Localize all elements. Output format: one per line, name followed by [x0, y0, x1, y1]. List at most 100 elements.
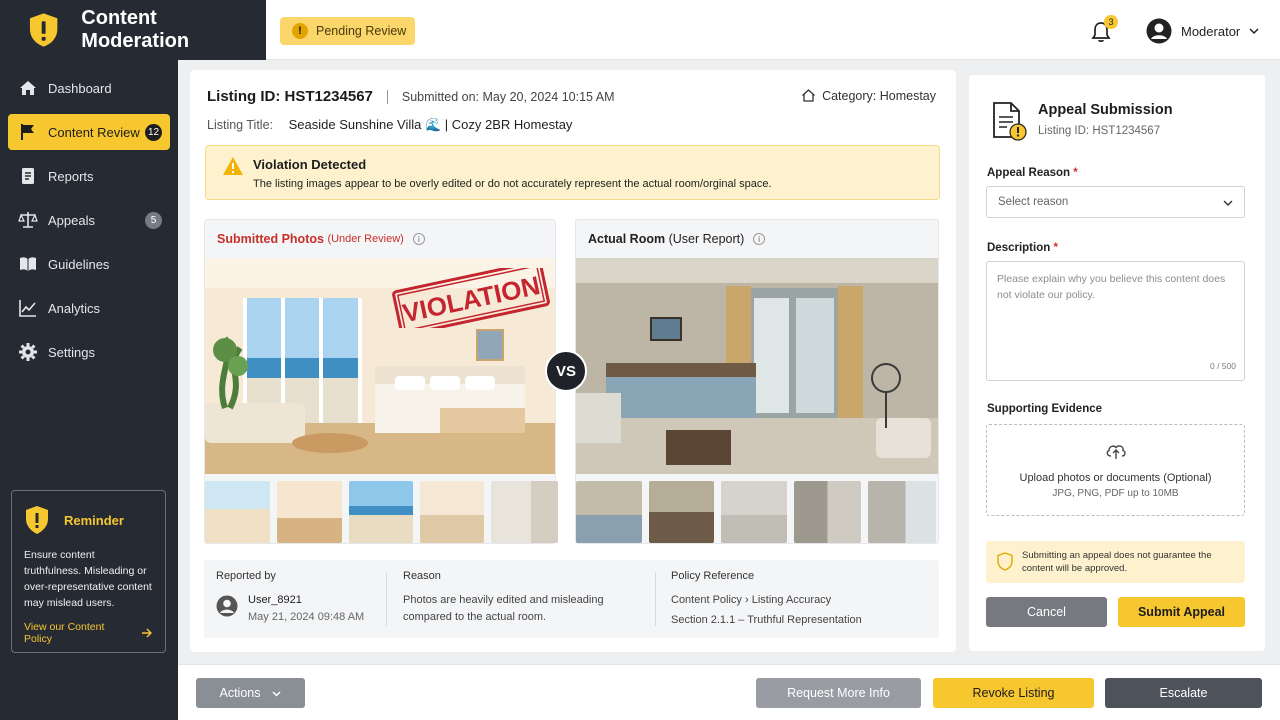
appeal-reason-placeholder: Select reason — [998, 196, 1069, 208]
description-placeholder: Please explain why you believe this cont… — [997, 273, 1226, 301]
divider — [386, 572, 387, 626]
category-label: Category: Homestay — [822, 88, 936, 103]
listing-title: Seaside Sunshine Villa 🌊 | Cozy 2BR Home… — [288, 117, 573, 132]
cloud-upload-icon — [1106, 445, 1126, 459]
supporting-evidence-label: Supporting Evidence — [987, 403, 1103, 415]
flag-icon — [21, 124, 34, 140]
actual-room-photo[interactable] — [576, 258, 938, 474]
description-textarea[interactable]: Please explain why you believe this cont… — [986, 261, 1245, 381]
user-menu[interactable]: Moderator — [1146, 18, 1260, 44]
violation-title: Violation Detected — [253, 157, 367, 172]
user-name: Moderator — [1181, 23, 1241, 39]
shield-logo-icon — [29, 13, 58, 47]
gear-icon — [19, 343, 37, 361]
actual-thumbnails — [576, 481, 936, 543]
submitted-main-photo[interactable]: VIOLATION — [205, 258, 555, 474]
reported-by-label: Reported by — [216, 570, 276, 582]
notification-badge: 3 — [1104, 15, 1118, 29]
arrow-right-icon — [142, 628, 152, 638]
actions-label: Actions — [219, 686, 261, 700]
sidebar-item-label: Content Review — [48, 124, 140, 140]
escalate-button[interactable]: Escalate — [1105, 678, 1262, 708]
submitted-thumbnails — [205, 481, 558, 543]
category: Category: Homestay — [801, 88, 936, 103]
appeal-notice-text: Submitting an appeal does not guarantee … — [1022, 550, 1212, 574]
policy-section: Section 2.1.1 – Truthful Representation — [671, 614, 862, 626]
document-icon — [22, 168, 34, 184]
upload-dropzone[interactable]: Upload photos or documents (Optional) JP… — [986, 424, 1245, 516]
thumbnail[interactable] — [420, 481, 484, 543]
reporter-name: User_8921 — [248, 594, 302, 606]
listing-id: Listing ID: HST1234567 — [207, 88, 373, 105]
user-avatar-icon — [216, 595, 238, 617]
home-outline-icon — [802, 89, 816, 102]
thumbnail[interactable] — [868, 481, 936, 543]
reason-label: Reason — [403, 570, 441, 582]
warning-icon — [223, 157, 243, 175]
reported-time: May 21, 2024 09:48 AM — [248, 611, 365, 623]
sidebar-item-dashboard[interactable]: Dashboard — [8, 70, 170, 106]
appeal-panel: Appeal Submission Listing ID: HST1234567… — [969, 75, 1265, 651]
description-label: Description * — [987, 242, 1058, 254]
sidebar-item-label: Settings — [48, 344, 95, 360]
content-policy-link[interactable]: View our Content Policy — [24, 621, 153, 645]
policy-label: Policy Reference — [671, 570, 755, 582]
request-more-info-button[interactable]: Request More Info — [756, 678, 921, 708]
violation-description: The listing images appear to be overly e… — [253, 178, 772, 190]
reminder-card: Reminder Ensure content truthfulness. Mi… — [11, 490, 166, 653]
sidebar-item-label: Reports — [48, 168, 94, 184]
actions-dropdown-button[interactable]: Actions — [196, 678, 305, 708]
sidebar-item-label: Analytics — [48, 300, 101, 316]
document-warning-icon — [993, 102, 1027, 141]
thumbnail[interactable] — [649, 481, 714, 543]
thumbnail[interactable] — [205, 481, 270, 543]
info-icon[interactable]: i — [412, 233, 425, 245]
violation-stamp: VIOLATION — [392, 268, 550, 328]
sidebar-item-label: Appeals — [48, 212, 95, 228]
submit-appeal-button[interactable]: Submit Appeal — [1118, 597, 1245, 627]
submitted-date: Submitted on: May 20, 2024 10:15 AM — [401, 89, 615, 104]
sidebar-item-label: Guidelines — [48, 256, 110, 272]
count-badge: 5 — [145, 211, 162, 229]
submitted-photos-subtitle: (Under Review) — [327, 233, 404, 245]
divider — [655, 572, 656, 626]
top-bar: ! Pending Review 3 Moderator — [266, 0, 1280, 60]
policy-line[interactable]: Content Policy › Listing Accuracy — [671, 592, 911, 609]
avatar — [1146, 18, 1172, 44]
sidebar-item-reports[interactable]: Reports — [8, 158, 170, 194]
reason-column: Reason Photos are heavily edited and mis… — [403, 570, 623, 626]
listing-title-label: Listing Title: — [207, 118, 274, 132]
sidebar-item-appeals[interactable]: Appeals 5 — [8, 202, 170, 238]
info-icon[interactable]: i — [753, 233, 766, 245]
thumbnail[interactable] — [277, 481, 342, 543]
chevron-down-icon — [1249, 28, 1259, 35]
policy-column: Policy Reference Content Policy › Listin… — [671, 570, 911, 629]
appeal-title: Appeal Submission — [1038, 102, 1173, 118]
revoke-listing-button[interactable]: Revoke Listing — [933, 678, 1094, 708]
cancel-button[interactable]: Cancel — [986, 597, 1107, 627]
thumbnail[interactable] — [794, 481, 861, 543]
pending-review-label: Pending Review — [316, 24, 407, 38]
sidebar-item-settings[interactable]: Settings — [8, 334, 170, 370]
appeal-subtitle: Listing ID: HST1234567 — [1038, 125, 1161, 137]
sidebar-nav: Dashboard Content Review 12 Reports Appe… — [0, 70, 178, 378]
appeal-reason-select[interactable]: Select reason — [986, 186, 1245, 218]
thumbnail[interactable] — [576, 481, 642, 543]
thumbnail[interactable] — [349, 481, 413, 543]
upload-text: Upload photos or documents (Optional) — [1019, 472, 1212, 484]
book-icon — [20, 257, 36, 271]
sidebar-item-content-review[interactable]: Content Review 12 — [8, 114, 170, 150]
sidebar-item-analytics[interactable]: Analytics — [8, 290, 170, 326]
reminder-text: Ensure content truthfulness. Misleading … — [24, 549, 152, 609]
sidebar-item-guidelines[interactable]: Guidelines — [8, 246, 170, 282]
report-details: Reported by User_8921 May 21, 2024 09:48… — [204, 560, 939, 638]
review-card: Listing ID: HST1234567 Submitted on: May… — [190, 70, 956, 652]
sidebar: Dashboard Content Review 12 Reports Appe… — [0, 0, 178, 720]
reason-text: Photos are heavily edited and misleading… — [403, 594, 604, 623]
app-header-brand: Content Moderation — [0, 0, 266, 60]
shield-outline-icon — [997, 552, 1013, 571]
thumbnail[interactable] — [721, 481, 787, 543]
thumbnail[interactable] — [491, 481, 558, 543]
content-policy-link-label: View our Content Policy — [24, 621, 105, 645]
reminder-title: Reminder — [64, 512, 124, 528]
